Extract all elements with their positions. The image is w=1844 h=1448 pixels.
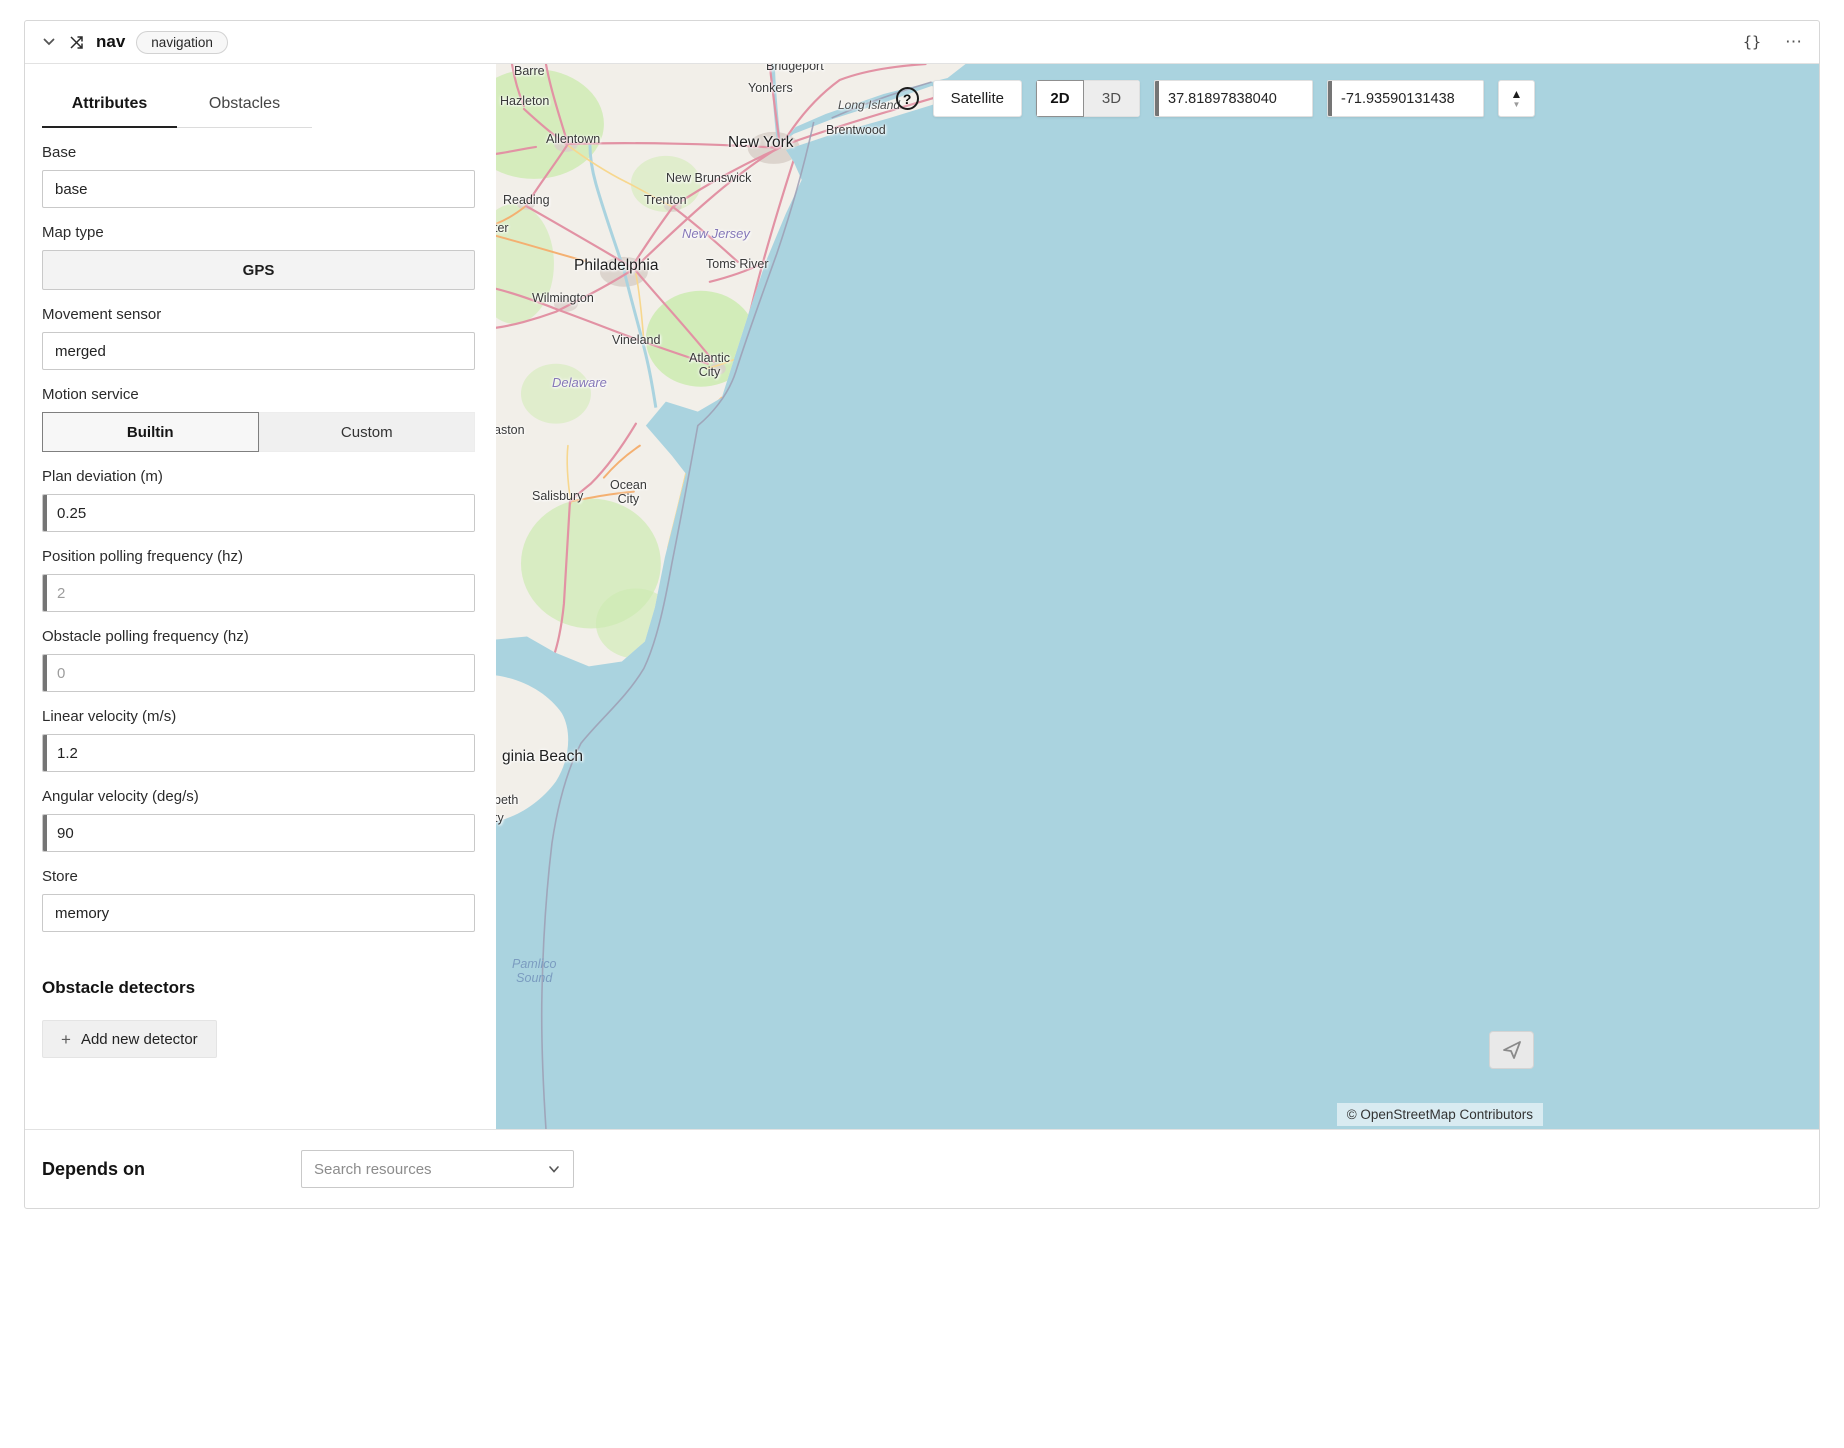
obstacle-polling-label: Obstacle polling frequency (hz) xyxy=(42,628,475,645)
linear-velocity-field[interactable] xyxy=(47,735,474,771)
map-canvas[interactable] xyxy=(496,64,1819,1129)
obstacle-detectors-heading: Obstacle detectors xyxy=(42,978,479,998)
motion-service-label: Motion service xyxy=(42,386,475,403)
satellite-toggle-button[interactable]: Satellite xyxy=(933,80,1022,117)
add-detector-button[interactable]: + Add new detector xyxy=(42,1020,217,1058)
movement-sensor-input[interactable] xyxy=(42,332,475,370)
depends-on-placeholder: Search resources xyxy=(314,1161,432,1178)
base-label: Base xyxy=(42,144,475,161)
plan-deviation-input[interactable] xyxy=(42,494,475,532)
tab-attributes[interactable]: Attributes xyxy=(42,86,177,128)
map-mode-toggle: 2D 3D xyxy=(1036,80,1140,117)
latitude-input[interactable] xyxy=(1154,80,1313,117)
plus-icon: + xyxy=(61,1031,71,1048)
motion-service-segment: Builtin Custom xyxy=(42,412,475,452)
resource-card: nav navigation {} ⋯ AttributesObstacles … xyxy=(24,20,1820,1209)
navigation-arrow-icon xyxy=(1500,1038,1524,1062)
locate-button[interactable] xyxy=(1489,1031,1534,1069)
chevron-down-icon xyxy=(547,1162,561,1176)
resource-type-badge: navigation xyxy=(136,31,228,54)
tab-bar: AttributesObstacles xyxy=(42,86,312,128)
position-polling-field[interactable] xyxy=(47,575,474,611)
longitude-field[interactable] xyxy=(1332,81,1483,116)
map-type-gps-button[interactable]: GPS xyxy=(42,250,475,290)
card-footer: Depends on Search resources xyxy=(25,1129,1819,1208)
obstacle-polling-field[interactable] xyxy=(47,655,474,691)
tab-obstacles[interactable]: Obstacles xyxy=(177,86,312,127)
motion-service-builtin-option[interactable]: Builtin xyxy=(42,412,259,452)
linear-velocity-input[interactable] xyxy=(42,734,475,772)
stepper-up-icon: ▲ xyxy=(1511,88,1523,100)
plan-deviation-label: Plan deviation (m) xyxy=(42,468,475,485)
coordinate-stepper[interactable]: ▲ ▼ xyxy=(1498,80,1535,117)
collapse-chevron-icon[interactable] xyxy=(41,34,57,50)
stepper-down-icon: ▼ xyxy=(1513,100,1521,109)
movement-sensor-label: Movement sensor xyxy=(42,306,475,323)
base-input[interactable] xyxy=(42,170,475,208)
plan-deviation-field[interactable] xyxy=(47,495,474,531)
map-attribution: © OpenStreetMap Contributors xyxy=(1337,1103,1543,1126)
longitude-input[interactable] xyxy=(1327,80,1484,117)
ellipsis-menu-icon[interactable]: ⋯ xyxy=(1785,32,1803,52)
resource-name: nav xyxy=(96,32,125,52)
add-detector-label: Add new detector xyxy=(81,1031,198,1048)
depends-on-select[interactable]: Search resources xyxy=(301,1150,574,1188)
map-type-label: Map type xyxy=(42,224,475,241)
map-controls: ? Satellite 2D 3D ▲ ▼ xyxy=(896,80,1535,117)
mode-2d-button[interactable]: 2D xyxy=(1036,80,1084,117)
navigation-service-icon xyxy=(68,34,85,51)
position-polling-input[interactable] xyxy=(42,574,475,612)
mode-3d-button[interactable]: 3D xyxy=(1084,80,1140,117)
store-input[interactable] xyxy=(42,894,475,932)
store-label: Store xyxy=(42,868,475,885)
card-header: nav navigation {} ⋯ xyxy=(25,21,1819,63)
angular-velocity-field[interactable] xyxy=(47,815,474,851)
motion-service-custom-option[interactable]: Custom xyxy=(259,412,476,452)
json-mode-icon[interactable]: {} xyxy=(1743,33,1761,51)
linear-velocity-label: Linear velocity (m/s) xyxy=(42,708,475,725)
position-polling-label: Position polling frequency (hz) xyxy=(42,548,475,565)
card-body: AttributesObstacles Base Map type GPS Mo… xyxy=(25,63,1819,1129)
latitude-field[interactable] xyxy=(1159,81,1312,116)
obstacle-polling-input[interactable] xyxy=(42,654,475,692)
angular-velocity-input[interactable] xyxy=(42,814,475,852)
map[interactable]: BarreHazletonYonkersBridgeportNew YorkLo… xyxy=(496,64,1819,1129)
depends-on-heading: Depends on xyxy=(42,1159,301,1180)
attributes-panel: AttributesObstacles Base Map type GPS Mo… xyxy=(25,64,496,1129)
help-button[interactable]: ? xyxy=(896,87,919,110)
angular-velocity-label: Angular velocity (deg/s) xyxy=(42,788,475,805)
